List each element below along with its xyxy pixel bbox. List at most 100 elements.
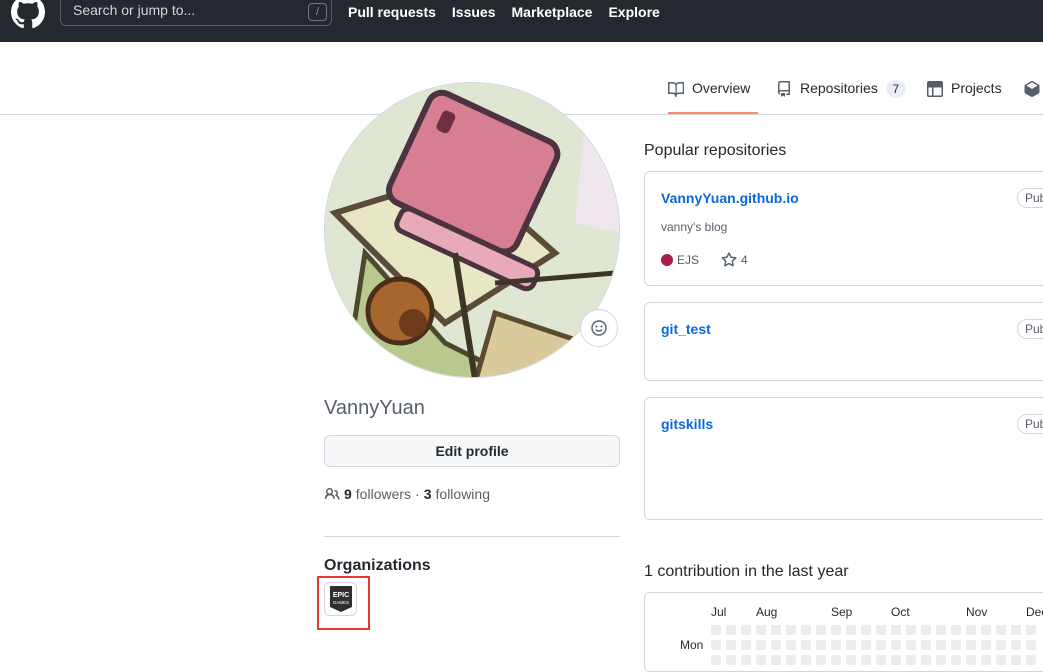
contribution-day-cell[interactable]	[861, 655, 871, 665]
search-box[interactable]: /	[60, 0, 332, 26]
tab-projects[interactable]: Projects	[927, 80, 1002, 114]
contribution-day-cell[interactable]	[816, 655, 826, 665]
contribution-day-cell[interactable]	[1011, 655, 1021, 665]
contribution-day-cell[interactable]	[891, 655, 901, 665]
repo-link[interactable]: VannyYuan.github.io	[661, 190, 799, 206]
set-status-button[interactable]	[580, 309, 618, 347]
svg-text:EPIC: EPIC	[332, 592, 348, 599]
contribution-day-cell[interactable]	[876, 655, 886, 665]
contribution-day-cell[interactable]	[906, 655, 916, 665]
tab-packages[interactable]	[1024, 80, 1043, 114]
global-nav: Pull requests Issues Marketplace Explore	[348, 4, 660, 20]
nav-pull-requests[interactable]: Pull requests	[348, 4, 436, 20]
followers-count: 9	[344, 486, 352, 502]
nav-issues[interactable]: Issues	[452, 4, 496, 20]
contribution-day-cell[interactable]	[816, 640, 826, 650]
repo-card: gitskills Pub	[644, 397, 1043, 520]
repo-link[interactable]: gitskills	[661, 416, 713, 432]
table-icon	[927, 81, 943, 97]
contribution-day-cell[interactable]	[726, 640, 736, 650]
github-logo-icon[interactable]	[11, 0, 45, 29]
contribution-day-cell[interactable]	[951, 625, 961, 635]
contribution-day-cell[interactable]	[966, 640, 976, 650]
followers-link[interactable]: 9 followers	[344, 486, 411, 502]
contribution-day-cell[interactable]	[1011, 640, 1021, 650]
edit-profile-button[interactable]: Edit profile	[324, 435, 620, 467]
organizations-heading: Organizations	[324, 557, 431, 574]
contribution-day-cell[interactable]	[711, 625, 721, 635]
contribution-day-cell[interactable]	[861, 625, 871, 635]
contribution-day-cell[interactable]	[786, 625, 796, 635]
contribution-day-cell[interactable]	[831, 655, 841, 665]
contribution-day-cell[interactable]	[711, 640, 721, 650]
org-epic-games-avatar[interactable]: EPIC GAMES	[324, 582, 357, 616]
svg-text:GAMES: GAMES	[332, 600, 348, 605]
contribution-day-cell[interactable]	[936, 655, 946, 665]
nav-explore[interactable]: Explore	[608, 4, 659, 20]
avatar-image	[325, 83, 619, 377]
contribution-day-cell[interactable]	[861, 640, 871, 650]
contribution-day-cell[interactable]	[1026, 640, 1036, 650]
contribution-day-cell[interactable]	[786, 655, 796, 665]
contribution-day-cell[interactable]	[846, 655, 856, 665]
contribution-day-cell[interactable]	[906, 625, 916, 635]
contribution-day-cell[interactable]	[801, 625, 811, 635]
contribution-day-cell[interactable]	[921, 625, 931, 635]
contribution-day-cell[interactable]	[726, 625, 736, 635]
contribution-day-cell[interactable]	[756, 640, 766, 650]
nav-marketplace[interactable]: Marketplace	[512, 4, 593, 20]
contribution-day-cell[interactable]	[891, 625, 901, 635]
contribution-day-cell[interactable]	[1011, 625, 1021, 635]
avatar[interactable]	[324, 82, 620, 378]
contribution-day-cell[interactable]	[756, 625, 766, 635]
contribution-day-cell[interactable]	[906, 640, 916, 650]
tab-repositories[interactable]: Repositories 7	[776, 80, 906, 114]
contribution-day-cell[interactable]	[876, 640, 886, 650]
contribution-day-cell[interactable]	[936, 625, 946, 635]
contribution-day-cell[interactable]	[831, 640, 841, 650]
repo-link[interactable]: git_test	[661, 321, 711, 337]
contribution-day-cell[interactable]	[711, 655, 721, 665]
contribution-day-cell[interactable]	[891, 640, 901, 650]
contribution-day-cell[interactable]	[756, 655, 766, 665]
contribution-day-cell[interactable]	[726, 655, 736, 665]
contribution-day-cell[interactable]	[996, 625, 1006, 635]
contribution-day-cell[interactable]	[981, 640, 991, 650]
contribution-day-cell[interactable]	[801, 655, 811, 665]
following-link[interactable]: 3 following	[424, 486, 490, 502]
contribution-day-cell[interactable]	[921, 640, 931, 650]
contribution-day-cell[interactable]	[741, 640, 751, 650]
search-input[interactable]	[61, 0, 301, 25]
repo-description: vanny's blog	[661, 220, 728, 234]
contribution-day-cell[interactable]	[936, 640, 946, 650]
contribution-day-cell[interactable]	[981, 625, 991, 635]
repo-stars[interactable]: 4	[741, 253, 748, 267]
star-icon[interactable]	[721, 252, 737, 268]
contribution-day-cell[interactable]	[966, 625, 976, 635]
contribution-day-cell[interactable]	[951, 640, 961, 650]
following-label: following	[435, 486, 490, 502]
contribution-day-cell[interactable]	[1026, 655, 1036, 665]
contribution-day-cell[interactable]	[786, 640, 796, 650]
contribution-day-cell[interactable]	[801, 640, 811, 650]
contribution-day-cell[interactable]	[846, 640, 856, 650]
contribution-day-cell[interactable]	[951, 655, 961, 665]
contribution-day-cell[interactable]	[981, 655, 991, 665]
contribution-day-cell[interactable]	[816, 625, 826, 635]
contribution-day-cell[interactable]	[771, 640, 781, 650]
contribution-day-cell[interactable]	[846, 625, 856, 635]
contribution-day-cell[interactable]	[1026, 625, 1036, 635]
contribution-day-cell[interactable]	[771, 625, 781, 635]
contribution-day-cell[interactable]	[831, 625, 841, 635]
contribution-day-cell[interactable]	[996, 655, 1006, 665]
tab-overview[interactable]: Overview	[668, 80, 758, 114]
contribution-day-cell[interactable]	[876, 625, 886, 635]
contribution-day-cell[interactable]	[996, 640, 1006, 650]
package-icon	[1024, 81, 1040, 97]
contribution-day-cell[interactable]	[921, 655, 931, 665]
contribution-day-cell[interactable]	[741, 655, 751, 665]
search-shortcut-hint: /	[308, 3, 327, 21]
contribution-day-cell[interactable]	[966, 655, 976, 665]
contribution-day-cell[interactable]	[771, 655, 781, 665]
contribution-day-cell[interactable]	[741, 625, 751, 635]
